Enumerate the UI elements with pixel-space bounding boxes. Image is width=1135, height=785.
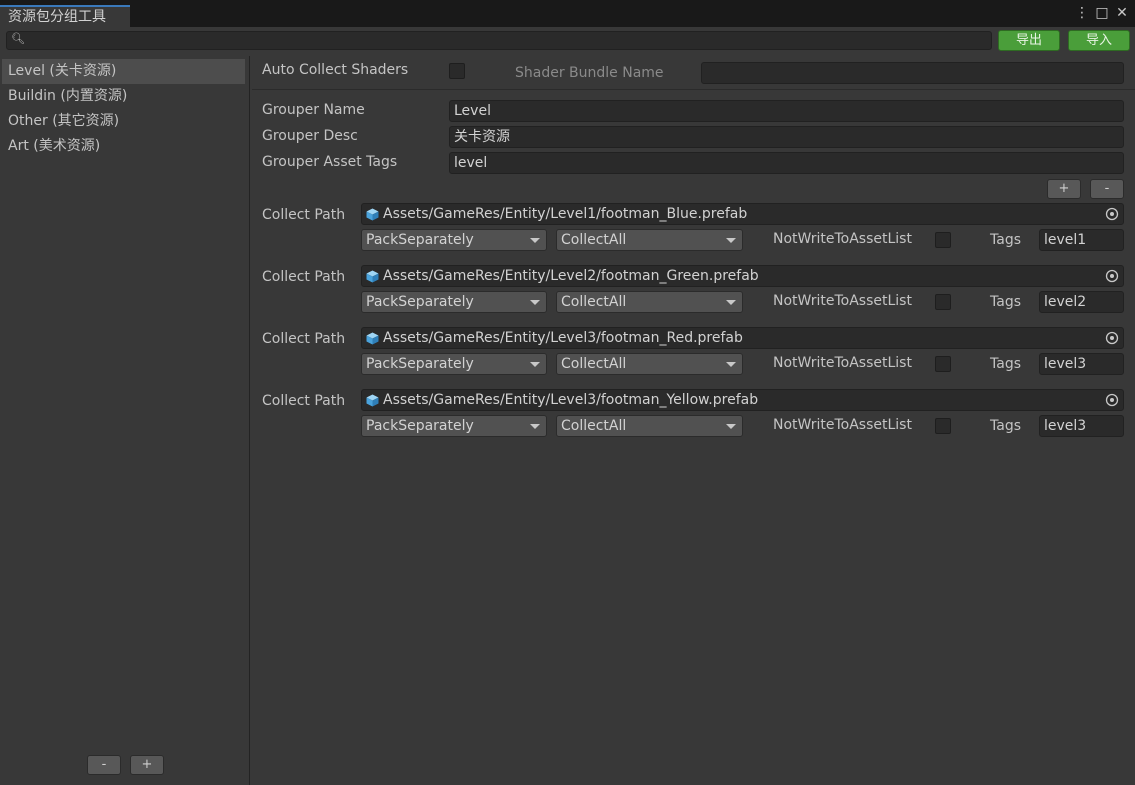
tags-field[interactable]: level3 <box>1039 353 1124 375</box>
collect-path-label: Collect Path <box>262 331 346 347</box>
sidebar-item-other[interactable]: Other (其它资源) <box>2 109 245 134</box>
remove-grouper-button[interactable]: - <box>87 755 121 775</box>
collect-path-field[interactable]: Assets/GameRes/Entity/Level2/footman_Gre… <box>361 265 1124 287</box>
not-write-to-asset-list-checkbox[interactable] <box>935 418 951 434</box>
collect-path-field[interactable]: Assets/GameRes/Entity/Level1/footman_Blu… <box>361 203 1124 225</box>
window-title: 资源包分组工具 <box>8 9 106 25</box>
collect-path-label: Collect Path <box>262 207 346 223</box>
pack-rule-value: PackSeparately <box>366 356 474 372</box>
grouper-desc-label: Grouper Desc <box>262 128 358 144</box>
prefab-icon <box>366 208 379 221</box>
chevron-down-icon <box>726 300 736 305</box>
grouper-asset-tags-field[interactable]: level <box>449 152 1124 174</box>
add-grouper-button[interactable]: + <box>130 755 164 775</box>
shader-bundle-name-field[interactable] <box>701 62 1124 84</box>
window-controls: ⋮ □ ✕ <box>1075 5 1129 21</box>
not-write-to-asset-list-label: NotWriteToAssetList <box>773 355 912 371</box>
tags-field[interactable]: level1 <box>1039 229 1124 251</box>
object-picker-icon[interactable] <box>1104 206 1120 222</box>
pack-rule-dropdown[interactable]: PackSeparately <box>361 291 547 313</box>
chevron-down-icon <box>530 238 540 243</box>
export-button[interactable]: 导出 <box>998 30 1060 51</box>
remove-collector-button[interactable]: - <box>1090 179 1124 199</box>
chevron-down-icon <box>530 300 540 305</box>
grouper-name-field[interactable]: Level <box>449 100 1124 122</box>
filter-rule-dropdown[interactable]: CollectAll <box>556 415 743 437</box>
grouper-name-label: Grouper Name <box>262 102 365 118</box>
add-collector-button[interactable]: + <box>1047 179 1081 199</box>
object-picker-icon[interactable] <box>1104 268 1120 284</box>
prefab-icon <box>366 332 379 345</box>
filter-rule-dropdown[interactable]: CollectAll <box>556 291 743 313</box>
chevron-down-icon <box>726 362 736 367</box>
window-tab[interactable]: 资源包分组工具 <box>0 5 130 27</box>
pack-rule-value: PackSeparately <box>366 294 474 310</box>
auto-collect-shaders-label: Auto Collect Shaders <box>262 62 409 78</box>
object-picker-icon[interactable] <box>1104 330 1120 346</box>
chevron-down-icon <box>530 362 540 367</box>
import-button[interactable]: 导入 <box>1068 30 1130 51</box>
sidebar-item-art[interactable]: Art (美术资源) <box>2 134 245 159</box>
not-write-to-asset-list-label: NotWriteToAssetList <box>773 417 912 433</box>
chevron-down-icon <box>726 424 736 429</box>
pack-rule-value: PackSeparately <box>366 232 474 248</box>
tags-label: Tags <box>990 356 1021 372</box>
filter-rule-value: CollectAll <box>561 418 627 434</box>
collect-path-label: Collect Path <box>262 393 346 409</box>
tags-label: Tags <box>990 232 1021 248</box>
filter-rule-value: CollectAll <box>561 356 627 372</box>
chevron-down-icon <box>530 424 540 429</box>
not-write-to-asset-list-checkbox[interactable] <box>935 232 951 248</box>
not-write-to-asset-list-label: NotWriteToAssetList <box>773 293 912 309</box>
not-write-to-asset-list-checkbox[interactable] <box>935 356 951 372</box>
grouper-desc-field[interactable]: 关卡资源 <box>449 126 1124 148</box>
maximize-icon[interactable]: □ <box>1095 5 1109 21</box>
collect-path-label: Collect Path <box>262 269 346 285</box>
object-picker-icon[interactable] <box>1104 392 1120 408</box>
not-write-to-asset-list-label: NotWriteToAssetList <box>773 231 912 247</box>
collect-path-value: Assets/GameRes/Entity/Level1/footman_Blu… <box>383 206 748 222</box>
menu-icon[interactable]: ⋮ <box>1075 5 1089 21</box>
grouper-list-panel: Level (关卡资源) Buildin (内置资源) Other (其它资源)… <box>0 56 250 785</box>
sidebar-item-level[interactable]: Level (关卡资源) <box>2 59 245 84</box>
title-bar: 资源包分组工具 ⋮ □ ✕ <box>0 0 1135 27</box>
pack-rule-dropdown[interactable]: PackSeparately <box>361 353 547 375</box>
tags-label: Tags <box>990 418 1021 434</box>
collect-path-value: Assets/GameRes/Entity/Level3/footman_Red… <box>383 330 743 346</box>
close-icon[interactable]: ✕ <box>1115 5 1129 21</box>
sidebar-item-buildin[interactable]: Buildin (内置资源) <box>2 84 245 109</box>
filter-rule-value: CollectAll <box>561 294 627 310</box>
collect-path-field[interactable]: Assets/GameRes/Entity/Level3/footman_Red… <box>361 327 1124 349</box>
prefab-icon <box>366 394 379 407</box>
pack-rule-dropdown[interactable]: PackSeparately <box>361 415 547 437</box>
shader-bundle-name-label: Shader Bundle Name <box>515 65 664 81</box>
tags-label: Tags <box>990 294 1021 310</box>
divider <box>252 89 1135 90</box>
collect-path-field[interactable]: Assets/GameRes/Entity/Level3/footman_Yel… <box>361 389 1124 411</box>
not-write-to-asset-list-checkbox[interactable] <box>935 294 951 310</box>
pack-rule-dropdown[interactable]: PackSeparately <box>361 229 547 251</box>
chevron-down-icon <box>726 238 736 243</box>
filter-rule-dropdown[interactable]: CollectAll <box>556 353 743 375</box>
collect-path-value: Assets/GameRes/Entity/Level3/footman_Yel… <box>383 392 759 408</box>
prefab-icon <box>366 270 379 283</box>
search-input[interactable]: 🔍︎ <box>6 31 992 50</box>
filter-rule-dropdown[interactable]: CollectAll <box>556 229 743 251</box>
grouper-asset-tags-label: Grouper Asset Tags <box>262 154 398 170</box>
search-icon: 🔍︎ <box>11 32 25 45</box>
tags-field[interactable]: level2 <box>1039 291 1124 313</box>
tags-field[interactable]: level3 <box>1039 415 1124 437</box>
filter-rule-value: CollectAll <box>561 232 627 248</box>
pack-rule-value: PackSeparately <box>366 418 474 434</box>
collect-path-value: Assets/GameRes/Entity/Level2/footman_Gre… <box>383 268 759 284</box>
auto-collect-shaders-checkbox[interactable] <box>449 63 465 79</box>
